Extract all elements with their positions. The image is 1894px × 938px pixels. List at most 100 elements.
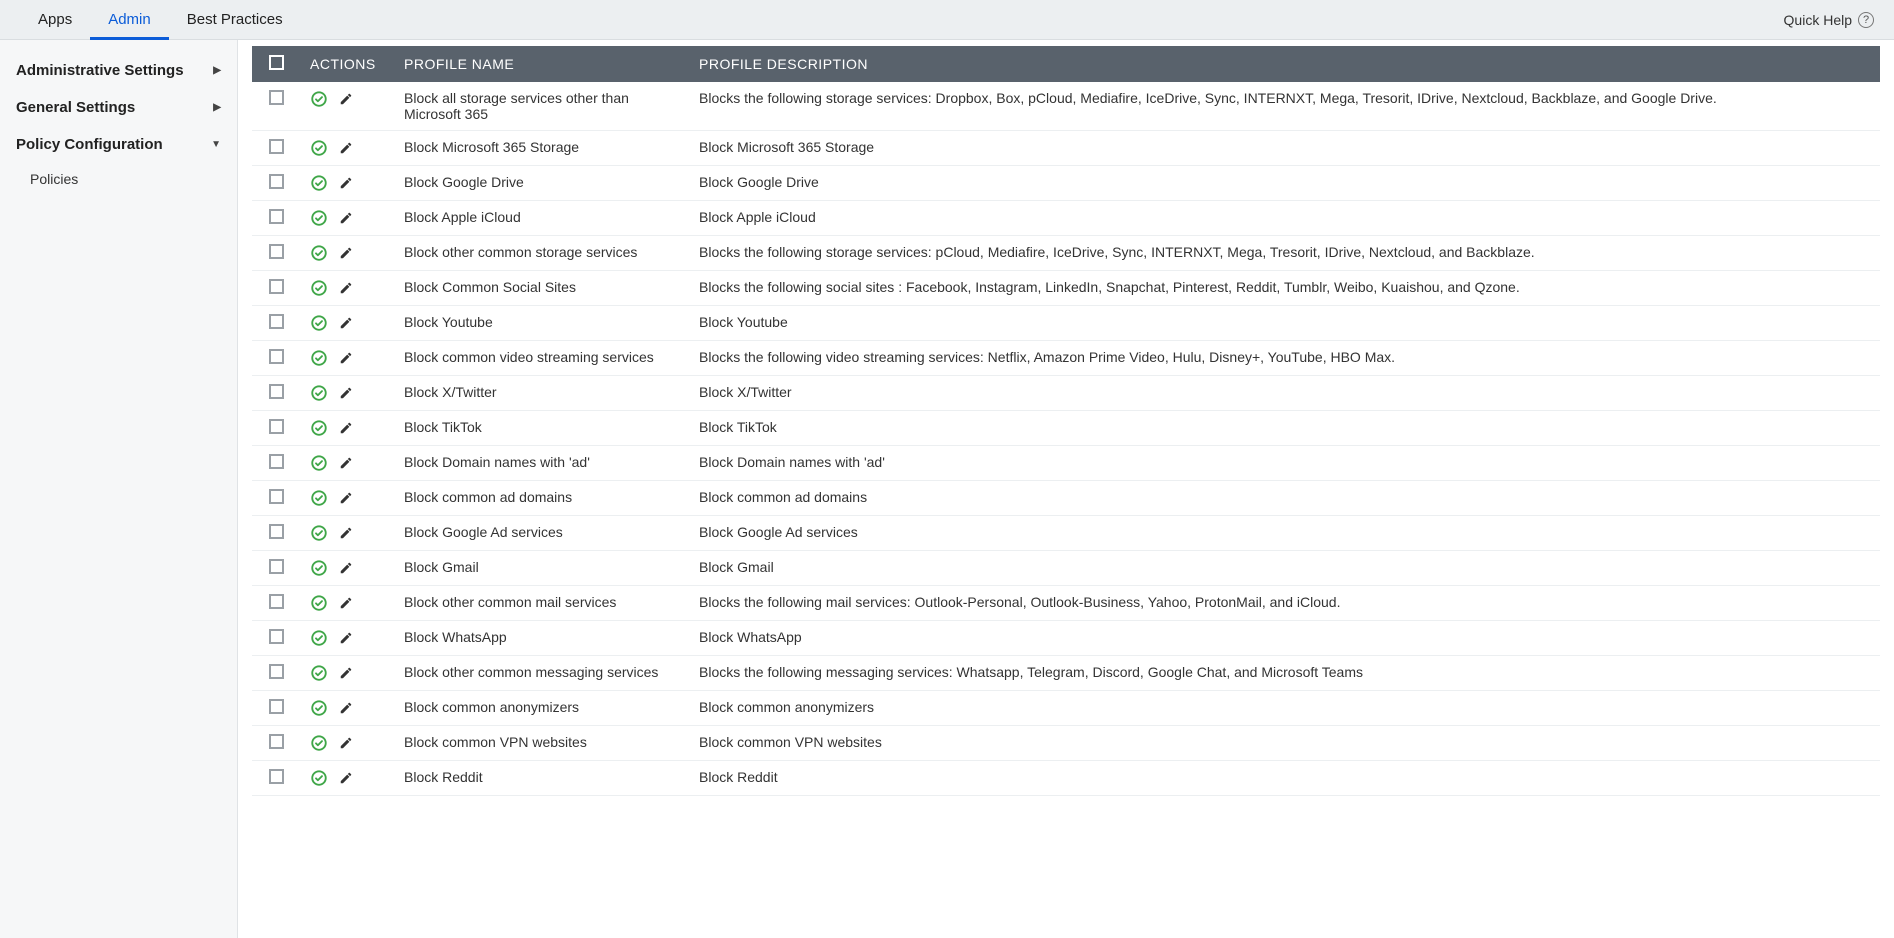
profile-description-cell: Blocks the following video streaming ser… — [689, 341, 1880, 376]
status-ok-icon — [310, 349, 328, 367]
row-checkbox[interactable] — [269, 174, 284, 189]
edit-icon[interactable] — [338, 455, 354, 471]
tab-apps[interactable]: Apps — [20, 0, 90, 40]
edit-icon[interactable] — [338, 420, 354, 436]
edit-icon[interactable] — [338, 350, 354, 366]
status-ok-icon — [310, 90, 328, 108]
edit-icon[interactable] — [338, 630, 354, 646]
row-checkbox[interactable] — [269, 209, 284, 224]
profile-name-cell: Block Domain names with 'ad' — [394, 446, 689, 481]
edit-icon[interactable] — [338, 770, 354, 786]
edit-icon[interactable] — [338, 595, 354, 611]
row-checkbox[interactable] — [269, 314, 284, 329]
row-checkbox[interactable] — [269, 594, 284, 609]
profile-name-cell: Block WhatsApp — [394, 621, 689, 656]
policies-table: ACTIONS PROFILE NAME PROFILE DESCRIPTION… — [252, 46, 1880, 796]
table-row: Block common ad domainsBlock common ad d… — [252, 481, 1880, 516]
profile-description-cell: Block common ad domains — [689, 481, 1880, 516]
row-checkbox[interactable] — [269, 559, 284, 574]
edit-icon[interactable] — [338, 315, 354, 331]
sidebar-item-general-settings[interactable]: General Settings ▶ — [0, 89, 237, 126]
profile-name-cell: Block common video streaming services — [394, 341, 689, 376]
edit-icon[interactable] — [338, 490, 354, 506]
profile-description-cell: Block TikTok — [689, 411, 1880, 446]
row-checkbox[interactable] — [269, 349, 284, 364]
profile-description-cell: Block Youtube — [689, 306, 1880, 341]
row-checkbox[interactable] — [269, 769, 284, 784]
row-checkbox[interactable] — [269, 699, 284, 714]
row-checkbox[interactable] — [269, 139, 284, 154]
profile-description-cell: Block Gmail — [689, 551, 1880, 586]
edit-icon[interactable] — [338, 560, 354, 576]
sidebar-item-label: Policy Configuration — [16, 136, 163, 153]
row-checkbox[interactable] — [269, 489, 284, 504]
table-row: Block other common storage servicesBlock… — [252, 236, 1880, 271]
table-row: Block Google DriveBlock Google Drive — [252, 166, 1880, 201]
edit-icon[interactable] — [338, 665, 354, 681]
status-ok-icon — [310, 279, 328, 297]
row-checkbox[interactable] — [269, 384, 284, 399]
sidebar: Administrative Settings ▶ General Settin… — [0, 40, 238, 938]
sidebar-item-label: Administrative Settings — [16, 62, 184, 79]
edit-icon[interactable] — [338, 700, 354, 716]
edit-icon[interactable] — [338, 525, 354, 541]
profile-description-cell: Block Google Ad services — [689, 516, 1880, 551]
tab-admin[interactable]: Admin — [90, 0, 169, 40]
quick-help-link[interactable]: Quick Help ? — [1784, 12, 1874, 28]
main-content: ACTIONS PROFILE NAME PROFILE DESCRIPTION… — [238, 40, 1894, 938]
status-ok-icon — [310, 419, 328, 437]
table-row: Block common VPN websitesBlock common VP… — [252, 726, 1880, 761]
profile-name-cell: Block TikTok — [394, 411, 689, 446]
table-row: Block Common Social SitesBlocks the foll… — [252, 271, 1880, 306]
edit-icon[interactable] — [338, 140, 354, 156]
profile-description-cell: Block Microsoft 365 Storage — [689, 131, 1880, 166]
row-checkbox[interactable] — [269, 279, 284, 294]
status-ok-icon — [310, 769, 328, 787]
profile-description-cell: Block WhatsApp — [689, 621, 1880, 656]
table-row: Block WhatsAppBlock WhatsApp — [252, 621, 1880, 656]
status-ok-icon — [310, 489, 328, 507]
select-all-checkbox[interactable] — [269, 55, 284, 70]
caret-right-icon: ▶ — [213, 102, 221, 113]
edit-icon[interactable] — [338, 280, 354, 296]
edit-icon[interactable] — [338, 91, 354, 107]
status-ok-icon — [310, 594, 328, 612]
profile-name-cell: Block Microsoft 365 Storage — [394, 131, 689, 166]
table-row: Block other common messaging servicesBlo… — [252, 656, 1880, 691]
row-checkbox[interactable] — [269, 629, 284, 644]
profile-description-cell: Block Domain names with 'ad' — [689, 446, 1880, 481]
status-ok-icon — [310, 209, 328, 227]
profile-description-cell: Block common anonymizers — [689, 691, 1880, 726]
sidebar-item-policy-configuration[interactable]: Policy Configuration ▼ — [0, 126, 237, 163]
tab-best-practices[interactable]: Best Practices — [169, 0, 301, 40]
row-checkbox[interactable] — [269, 244, 284, 259]
profile-description-cell: Block X/Twitter — [689, 376, 1880, 411]
edit-icon[interactable] — [338, 735, 354, 751]
edit-icon[interactable] — [338, 385, 354, 401]
edit-icon[interactable] — [338, 175, 354, 191]
row-checkbox[interactable] — [269, 419, 284, 434]
profile-name-cell: Block common anonymizers — [394, 691, 689, 726]
sidebar-subitem-policies[interactable]: Policies — [0, 163, 237, 195]
table-row: Block Google Ad servicesBlock Google Ad … — [252, 516, 1880, 551]
status-ok-icon — [310, 664, 328, 682]
edit-icon[interactable] — [338, 210, 354, 226]
edit-icon[interactable] — [338, 245, 354, 261]
row-checkbox[interactable] — [269, 664, 284, 679]
status-ok-icon — [310, 629, 328, 647]
profile-description-cell: Blocks the following storage services: p… — [689, 236, 1880, 271]
row-checkbox[interactable] — [269, 734, 284, 749]
profile-name-cell: Block Gmail — [394, 551, 689, 586]
profile-name-cell: Block Common Social Sites — [394, 271, 689, 306]
row-checkbox[interactable] — [269, 524, 284, 539]
profile-name-cell: Block other common mail services — [394, 586, 689, 621]
table-row: Block Microsoft 365 StorageBlock Microso… — [252, 131, 1880, 166]
sidebar-item-administrative-settings[interactable]: Administrative Settings ▶ — [0, 52, 237, 89]
quick-help-label: Quick Help — [1784, 12, 1852, 28]
row-checkbox[interactable] — [269, 90, 284, 105]
status-ok-icon — [310, 559, 328, 577]
table-row: Block X/TwitterBlock X/Twitter — [252, 376, 1880, 411]
profile-name-cell: Block X/Twitter — [394, 376, 689, 411]
row-checkbox[interactable] — [269, 454, 284, 469]
profile-name-cell: Block common VPN websites — [394, 726, 689, 761]
